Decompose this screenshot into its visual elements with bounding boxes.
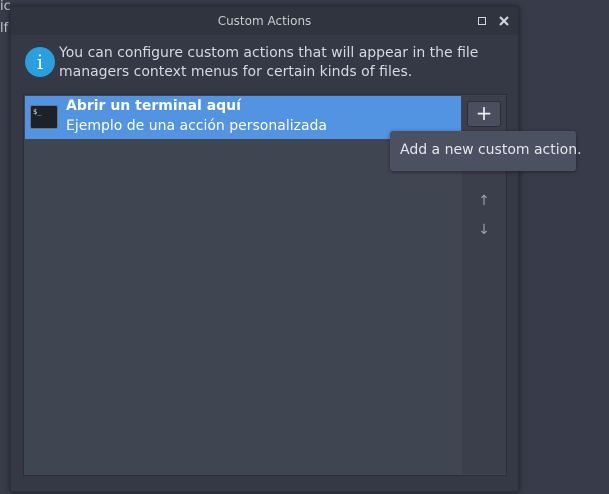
custom-actions-dialog: Custom Actions i You can configure custo… bbox=[10, 6, 519, 492]
tooltip-text: Add a new custom action. bbox=[400, 142, 582, 158]
add-action-button[interactable]: + bbox=[467, 101, 501, 127]
terminal-icon: $_ bbox=[30, 105, 58, 129]
tooltip: Add a new custom action. bbox=[390, 131, 582, 171]
action-title: Abrir un terminal aquí bbox=[66, 98, 241, 114]
move-down-icon[interactable]: ↓ bbox=[467, 222, 501, 238]
maximize-icon bbox=[478, 17, 486, 25]
info-message: You can configure custom actions that wi… bbox=[59, 45, 479, 80]
window-title: Custom Actions bbox=[217, 14, 312, 28]
close-button[interactable] bbox=[497, 14, 511, 28]
background-text-line: lf bbox=[0, 21, 9, 36]
move-up-icon[interactable]: ↑ bbox=[467, 193, 501, 209]
title-bar[interactable]: Custom Actions bbox=[11, 7, 518, 35]
info-icon: i bbox=[25, 47, 55, 77]
close-icon bbox=[499, 16, 509, 26]
maximize-button[interactable] bbox=[475, 14, 489, 28]
action-description: Ejemplo de una acción personalizada bbox=[66, 118, 327, 134]
